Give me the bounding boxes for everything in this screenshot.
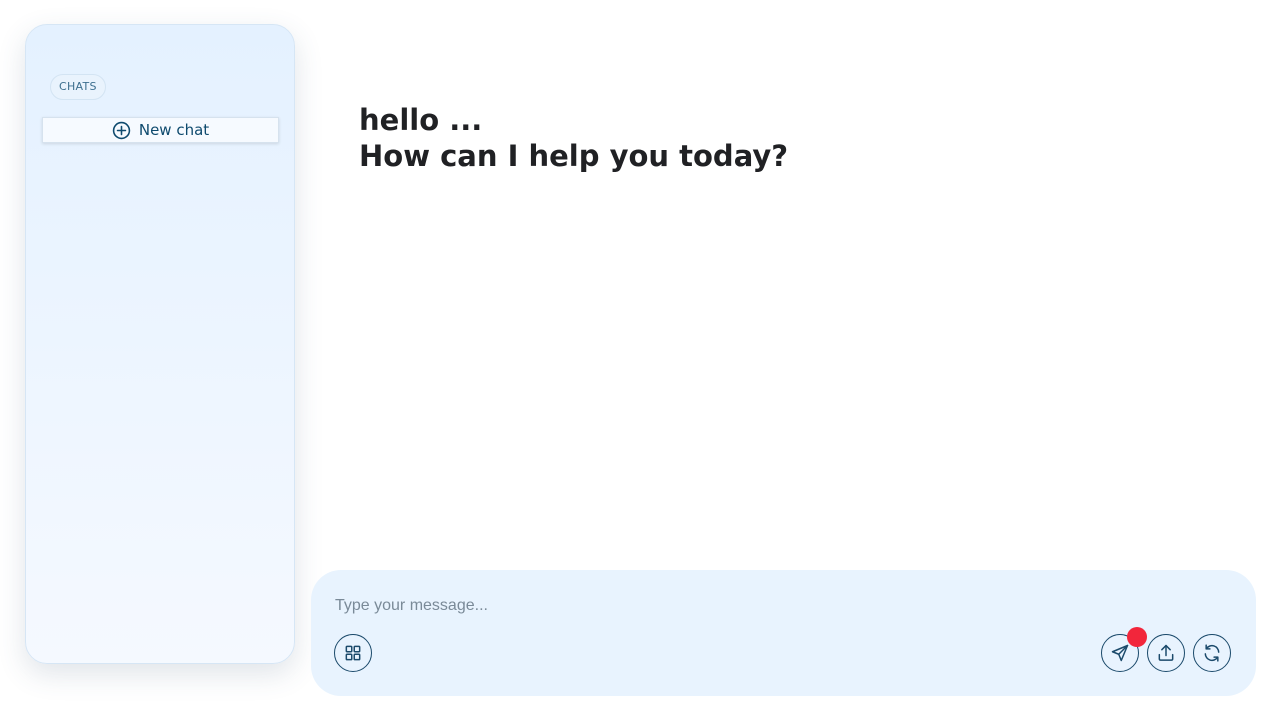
greeting: hello ... How can I help you today? (359, 102, 788, 174)
refresh-button[interactable] (1193, 634, 1231, 672)
sidebar: CHATS New chat (25, 24, 295, 664)
greeting-line-1: hello ... (359, 103, 483, 137)
plus-circle-icon (112, 121, 131, 140)
paper-plane-icon (1110, 643, 1130, 663)
refresh-icon (1202, 643, 1222, 663)
message-composer (311, 570, 1256, 696)
chats-section-label: CHATS (50, 74, 106, 100)
upload-button[interactable] (1147, 634, 1185, 672)
new-chat-label: New chat (138, 121, 210, 139)
notification-dot (1127, 627, 1147, 647)
upload-icon (1156, 643, 1176, 663)
apps-button[interactable] (334, 634, 372, 672)
message-input[interactable] (333, 592, 1213, 620)
new-chat-button[interactable]: New chat (42, 117, 279, 143)
greeting-line-2: How can I help you today? (359, 139, 789, 173)
grid-icon (343, 643, 363, 663)
